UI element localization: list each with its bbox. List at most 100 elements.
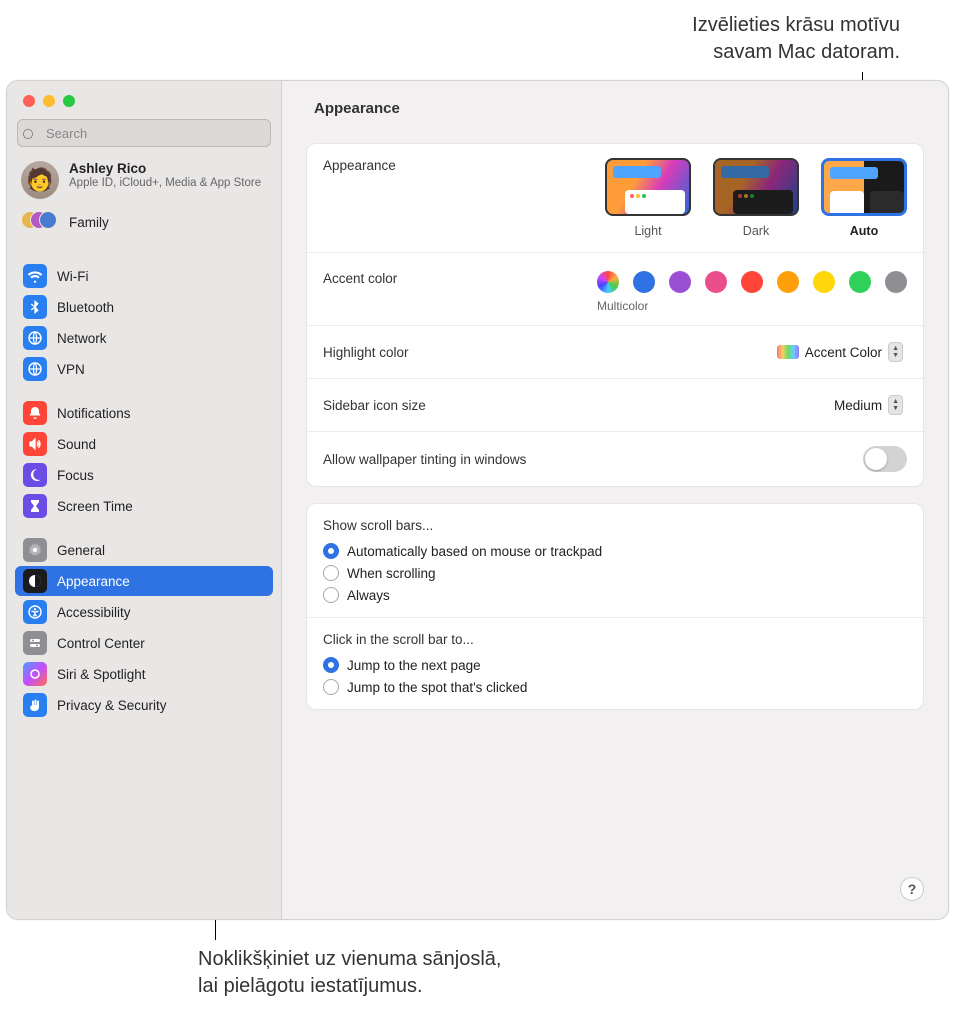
accent-swatch-yellow[interactable] xyxy=(813,271,835,293)
sidebar-item-vpn[interactable]: VPN xyxy=(15,354,273,384)
chevron-up-down-icon: ▲▼ xyxy=(888,395,903,415)
radio-icon xyxy=(323,587,339,603)
click-option-spot[interactable]: Jump to the spot that's clicked xyxy=(323,679,907,695)
sidebar-item-network[interactable]: Network xyxy=(15,323,273,353)
callout-top: Izvēlieties krāsu motīvu savam Mac dator… xyxy=(0,12,955,66)
sidebar-item-siri[interactable]: Siri & Spotlight xyxy=(15,659,273,689)
highlight-color-popup[interactable]: Accent Color ▲▼ xyxy=(773,340,907,364)
accent-swatch-red[interactable] xyxy=(741,271,763,293)
sidebar-item-sound[interactable]: Sound xyxy=(15,429,273,459)
callout-top-line2: savam Mac datoram. xyxy=(0,39,900,66)
bluetooth-icon xyxy=(23,295,47,319)
help-icon: ? xyxy=(908,881,917,897)
siri-icon xyxy=(23,662,47,686)
appearance-icon xyxy=(23,569,47,593)
click-title: Click in the scroll bar to... xyxy=(323,632,907,647)
accent-swatch-purple[interactable] xyxy=(669,271,691,293)
radio-icon xyxy=(323,679,339,695)
radio-icon xyxy=(323,543,339,559)
scroll-option-when-scrolling[interactable]: When scrolling xyxy=(323,565,907,581)
accent-color-sublabel: Multicolor xyxy=(597,299,907,313)
sidebar-item-screentime[interactable]: Screen Time xyxy=(15,491,273,521)
radio-label: When scrolling xyxy=(347,566,436,581)
radio-label: Jump to the next page xyxy=(347,658,481,673)
family-label: Family xyxy=(69,215,109,230)
apple-id-row[interactable]: 🧑 Ashley Rico Apple ID, iCloud+, Media &… xyxy=(7,155,281,203)
hand-icon xyxy=(23,693,47,717)
wallpaper-tinting-toggle[interactable] xyxy=(863,446,907,472)
moon-icon xyxy=(23,463,47,487)
accent-swatch-blue[interactable] xyxy=(633,271,655,293)
sidebar-item-controlcenter[interactable]: Control Center xyxy=(15,628,273,658)
sidebar-item-label: Focus xyxy=(57,468,94,483)
sidebar-item-label: VPN xyxy=(57,362,85,377)
account-subtitle: Apple ID, iCloud+, Media & App Store xyxy=(69,176,261,190)
sidebar-item-privacy[interactable]: Privacy & Security xyxy=(15,690,273,720)
sidebar-item-wifi[interactable]: Wi-Fi xyxy=(15,261,273,291)
wifi-icon xyxy=(23,264,47,288)
callout-bottom-line2: lai pielāgotu iestatījumus. xyxy=(198,973,501,1000)
window-controls xyxy=(7,81,281,107)
appearance-label: Appearance xyxy=(323,158,396,173)
sidebar-item-notifications[interactable]: Notifications xyxy=(15,398,273,428)
scrolling-panel: Show scroll bars... Automatically based … xyxy=(306,503,924,710)
vpn-icon xyxy=(23,357,47,381)
accent-swatch-pink[interactable] xyxy=(705,271,727,293)
sidebar-size-label: Sidebar icon size xyxy=(323,398,426,413)
sidebar-item-accessibility[interactable]: Accessibility xyxy=(15,597,273,627)
highlight-color-value: Accent Color xyxy=(805,345,882,360)
appearance-modes: Light Dark Auto xyxy=(605,158,907,238)
radio-label: Automatically based on mouse or trackpad xyxy=(347,544,602,559)
help-button[interactable]: ? xyxy=(900,877,924,901)
speaker-icon xyxy=(23,432,47,456)
accent-swatch-multicolor[interactable] xyxy=(597,271,619,293)
sidebar-item-bluetooth[interactable]: Bluetooth xyxy=(15,292,273,322)
accent-swatch-orange[interactable] xyxy=(777,271,799,293)
callout-bottom: Noklikšķiniet uz vienuma sānjoslā, lai p… xyxy=(198,946,501,1000)
accent-color-label: Accent color xyxy=(323,271,397,286)
search-input[interactable] xyxy=(17,119,271,147)
scroll-option-auto[interactable]: Automatically based on mouse or trackpad xyxy=(323,543,907,559)
control-center-icon xyxy=(23,631,47,655)
family-icon xyxy=(21,211,59,233)
highlight-color-label: Highlight color xyxy=(323,345,409,360)
family-row[interactable]: Family xyxy=(7,203,281,245)
radio-icon xyxy=(323,565,339,581)
sidebar-item-label: General xyxy=(57,543,105,558)
sidebar-item-label: Accessibility xyxy=(57,605,131,620)
radio-label: Jump to the spot that's clicked xyxy=(347,680,527,695)
accent-swatch-green[interactable] xyxy=(849,271,871,293)
scroll-option-always[interactable]: Always xyxy=(323,587,907,603)
sidebar-item-label: Wi-Fi xyxy=(57,269,88,284)
sidebar-item-label: Privacy & Security xyxy=(57,698,167,713)
scrollbars-title: Show scroll bars... xyxy=(323,518,907,533)
appearance-option-auto[interactable]: Auto xyxy=(821,158,907,238)
radio-icon xyxy=(323,657,339,673)
sidebar-size-popup[interactable]: Medium ▲▼ xyxy=(830,393,907,417)
network-icon xyxy=(23,326,47,350)
accent-swatch-graphite[interactable] xyxy=(885,271,907,293)
zoom-window-button[interactable] xyxy=(63,95,75,107)
sidebar-item-label: Bluetooth xyxy=(57,300,114,315)
sidebar-list: Wi-Fi Bluetooth Network xyxy=(7,245,281,725)
sidebar-item-focus[interactable]: Focus xyxy=(15,460,273,490)
sidebar-item-appearance[interactable]: Appearance xyxy=(15,566,273,596)
sidebar: 🧑 Ashley Rico Apple ID, iCloud+, Media &… xyxy=(7,81,282,919)
minimize-window-button[interactable] xyxy=(43,95,55,107)
sidebar-item-general[interactable]: General xyxy=(15,535,273,565)
callout-top-line1: Izvēlieties krāsu motīvu xyxy=(0,12,900,39)
chevron-up-down-icon: ▲▼ xyxy=(888,342,903,362)
sidebar-size-value: Medium xyxy=(834,398,882,413)
avatar: 🧑 xyxy=(21,161,59,199)
accent-color-swatches xyxy=(597,271,907,293)
appearance-option-light[interactable]: Light xyxy=(605,158,691,238)
click-option-next-page[interactable]: Jump to the next page xyxy=(323,657,907,673)
sidebar-item-label: Sound xyxy=(57,437,96,452)
appearance-option-dark[interactable]: Dark xyxy=(713,158,799,238)
sidebar-item-label: Network xyxy=(57,331,107,346)
close-window-button[interactable] xyxy=(23,95,35,107)
hourglass-icon xyxy=(23,494,47,518)
appearance-mode-label: Light xyxy=(634,224,661,238)
gear-icon xyxy=(23,538,47,562)
main-pane: Appearance Appearance Light Dark xyxy=(282,81,948,919)
